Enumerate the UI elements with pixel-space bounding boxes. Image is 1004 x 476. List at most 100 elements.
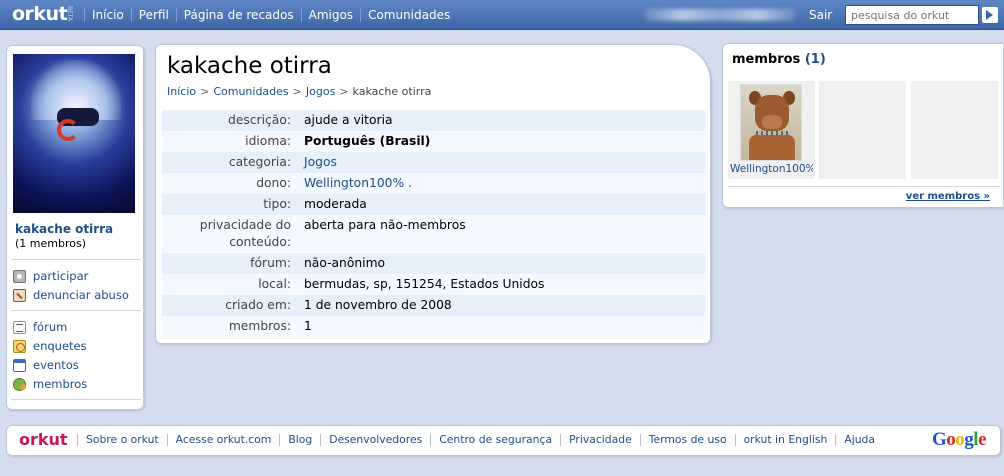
info-value[interactable]: Jogos bbox=[299, 152, 705, 173]
info-row: tipo: moderada bbox=[162, 194, 705, 215]
info-value: bermudas, sp, 151254, Estados Unidos bbox=[304, 277, 545, 291]
dog-snout bbox=[762, 115, 782, 129]
info-label: criado em: bbox=[225, 298, 291, 312]
community-member-count: (1 membros) bbox=[15, 237, 87, 250]
polls-link[interactable]: enquetes bbox=[13, 339, 87, 353]
info-label: privacidade do conteúdo: bbox=[199, 218, 291, 249]
info-row: local: bermudas, sp, 151254, Estados Unid… bbox=[162, 274, 705, 295]
info-row: descrição: ajude a vitoria bbox=[162, 110, 705, 131]
member-photo[interactable] bbox=[740, 84, 802, 161]
info-label: local: bbox=[258, 277, 291, 291]
polls-label: enquetes bbox=[33, 339, 87, 353]
see-all-members-link[interactable]: ver membros » bbox=[906, 191, 990, 202]
events-label: eventos bbox=[33, 358, 79, 372]
members-link[interactable]: membros bbox=[13, 377, 87, 391]
info-value[interactable]: Wellington100% . bbox=[299, 173, 705, 194]
join-action[interactable]: participar bbox=[13, 269, 88, 283]
footer: orkut Sobre o orkut Acesse orkut.com Blo… bbox=[6, 425, 1001, 456]
beta-label: BETA bbox=[66, 6, 73, 22]
nav-perfil[interactable]: Perfil bbox=[130, 8, 176, 22]
logout-link[interactable]: Sair bbox=[809, 8, 832, 22]
member-card[interactable]: Wellington100% bbox=[728, 81, 815, 179]
user-email-redacted bbox=[645, 9, 795, 21]
divider bbox=[727, 186, 1000, 187]
orkut-logo[interactable]: orkut bbox=[12, 3, 68, 25]
breadcrumb-inicio[interactable]: Início bbox=[167, 85, 196, 98]
calendar-icon bbox=[13, 358, 26, 372]
info-value: ajude a vitoria bbox=[304, 113, 393, 127]
join-label: participar bbox=[33, 269, 89, 283]
nav-inicio[interactable]: Início bbox=[84, 8, 131, 22]
info-value: aberta para não-membros bbox=[304, 218, 466, 232]
main-nav: Início Perfil Página de recados Amigos C… bbox=[84, 0, 457, 30]
member-card-empty bbox=[911, 81, 998, 179]
report-abuse-action[interactable]: denunciar abuso bbox=[13, 288, 129, 302]
footer-orkut-logo[interactable]: orkut bbox=[19, 430, 68, 449]
info-value: 1 bbox=[304, 319, 312, 333]
events-link[interactable]: eventos bbox=[13, 358, 79, 372]
community-photo[interactable] bbox=[13, 54, 135, 213]
google-letter: o bbox=[946, 429, 956, 450]
breadcrumb-comunidades[interactable]: Comunidades bbox=[213, 85, 288, 98]
info-label: categoria: bbox=[228, 155, 291, 169]
footer-link-help[interactable]: Ajuda bbox=[835, 434, 883, 446]
info-row: membros: 1 bbox=[162, 316, 705, 337]
members-heading-label: membros bbox=[732, 52, 801, 67]
member-name[interactable]: Wellington100% bbox=[730, 163, 813, 175]
member-card-empty bbox=[819, 81, 906, 179]
info-label: tipo: bbox=[263, 197, 291, 211]
search-input[interactable] bbox=[845, 5, 979, 25]
google-letter: G bbox=[932, 429, 947, 450]
footer-link-english[interactable]: orkut in English bbox=[734, 434, 836, 446]
dog-collar bbox=[753, 131, 791, 135]
footer-link-about[interactable]: Sobre o orkut bbox=[77, 434, 167, 446]
divider bbox=[11, 259, 141, 260]
info-row: categoria: Jogos bbox=[162, 152, 705, 173]
breadcrumb-jogos[interactable]: Jogos bbox=[306, 85, 335, 98]
community-info-panel: kakache otirra Início > Comunidades > Jogos >… bbox=[155, 44, 711, 344]
nav-recados[interactable]: Página de recados bbox=[175, 8, 301, 22]
info-label: membros: bbox=[228, 319, 291, 333]
report-icon bbox=[13, 288, 26, 302]
footer-links: Sobre o orkut Acesse orkut.com Blog Dese… bbox=[77, 434, 883, 446]
photo-swirl bbox=[57, 119, 79, 141]
info-label: fórum: bbox=[250, 256, 291, 270]
footer-link-orkut-com[interactable]: Acesse orkut.com bbox=[166, 434, 280, 446]
info-value: não-anônimo bbox=[304, 256, 386, 270]
footer-link-privacy[interactable]: Privacidade bbox=[560, 434, 640, 446]
forum-icon bbox=[13, 320, 26, 334]
page-title: kakache otirra bbox=[167, 53, 332, 79]
members-label: membros bbox=[33, 377, 88, 391]
members-heading-count[interactable]: (1) bbox=[805, 52, 826, 67]
community-sidebar: kakache otirra (1 membros) participar de… bbox=[6, 45, 144, 410]
footer-link-blog[interactable]: Blog bbox=[279, 434, 320, 446]
divider bbox=[11, 399, 141, 400]
report-label: denunciar abuso bbox=[33, 288, 129, 302]
info-row: privacidade do conteúdo: aberta para não-… bbox=[162, 215, 705, 253]
footer-link-terms[interactable]: Termos de uso bbox=[639, 434, 735, 446]
info-row: idioma: Português (Brasil) bbox=[162, 131, 705, 152]
info-value: Português (Brasil) bbox=[304, 134, 431, 148]
footer-link-developers[interactable]: Desenvolvedores bbox=[320, 434, 430, 446]
nav-comunidades[interactable]: Comunidades bbox=[360, 8, 457, 22]
poll-icon bbox=[13, 339, 26, 353]
forum-label: fórum bbox=[33, 320, 68, 334]
info-value: 1 de novembro de 2008 bbox=[304, 298, 452, 312]
footer-link-safety[interactable]: Centro de segurança bbox=[430, 434, 560, 446]
community-info-table: descrição: ajude a vitoria idioma: Portuguê… bbox=[162, 110, 705, 337]
info-label: descrição: bbox=[228, 113, 291, 127]
info-row: fórum: não-anônimo bbox=[162, 253, 705, 274]
breadcrumb: Início > Comunidades > Jogos > kakache otirra bbox=[167, 85, 432, 98]
dog-chest bbox=[749, 133, 795, 160]
nav-amigos[interactable]: Amigos bbox=[300, 8, 360, 22]
divider bbox=[11, 310, 141, 311]
google-logo[interactable]: Google bbox=[932, 429, 986, 451]
search-go-icon[interactable] bbox=[982, 7, 998, 23]
join-icon bbox=[13, 269, 26, 283]
members-heading: membros (1) bbox=[732, 52, 826, 67]
top-bar: orkut BETA Início Perfil Página de recad… bbox=[0, 0, 1004, 30]
members-icon bbox=[13, 377, 26, 391]
forum-link[interactable]: fórum bbox=[13, 320, 67, 334]
breadcrumb-current: kakache otirra bbox=[352, 85, 432, 98]
community-name[interactable]: kakache otirra bbox=[15, 222, 113, 236]
